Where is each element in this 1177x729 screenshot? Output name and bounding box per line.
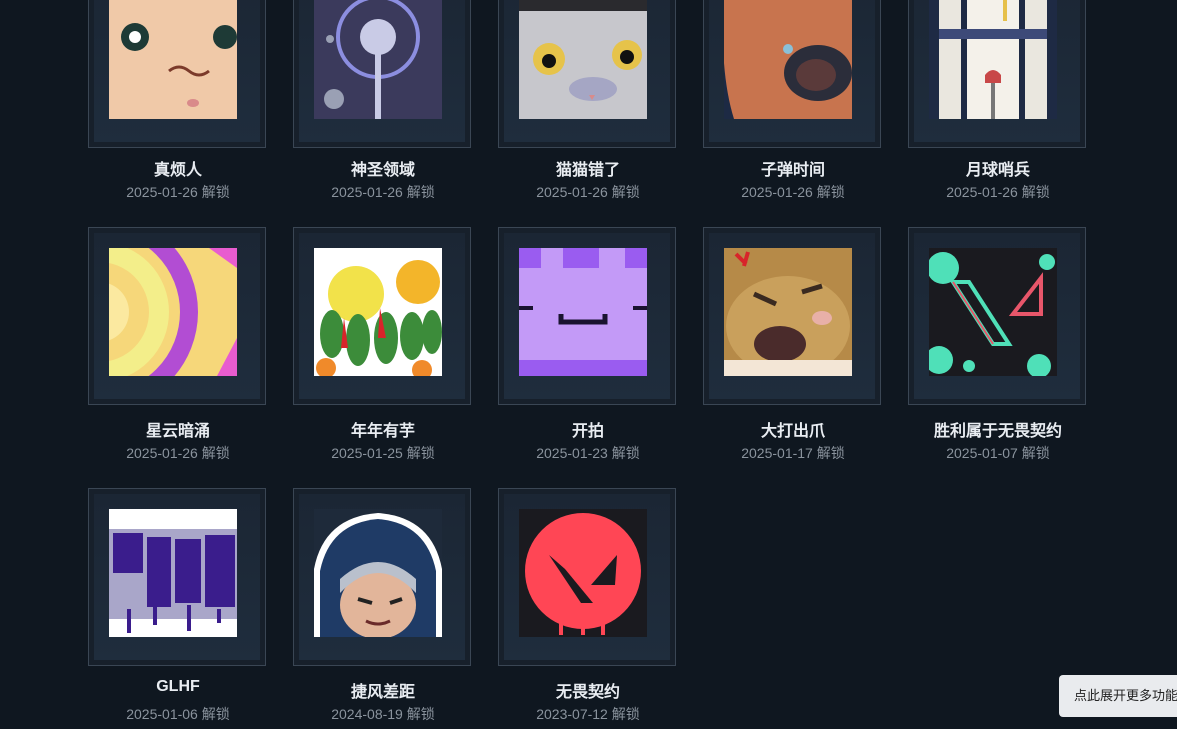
jett-icon (314, 509, 442, 637)
spray-name: 胜利属于无畏契约 (933, 423, 1062, 440)
spray-unlock-info: 2025-01-26 解锁 (946, 184, 1050, 200)
sacred-orb-icon (314, 0, 442, 119)
valorant-splash-icon (929, 248, 1057, 376)
spray-frame (88, 227, 266, 405)
spray-frame (293, 488, 471, 666)
expand-features-tooltip[interactable]: 点此展开更多功能 (1059, 675, 1177, 717)
valorant-logo-icon (519, 509, 647, 637)
graffiti-icon (109, 509, 237, 637)
spray-frame (293, 0, 471, 148)
spray-unlock-info: 2023-07-12 解锁 (536, 706, 640, 722)
spray-frame (703, 227, 881, 405)
spray-unlock-info: 2025-01-25 解锁 (331, 445, 435, 461)
spray-frame (498, 488, 676, 666)
annoyed-face-icon (109, 0, 237, 119)
spray-name: 捷风差距 (350, 684, 415, 701)
nebula-icon (109, 248, 237, 376)
spray-frame (703, 0, 881, 148)
spray-name: 大打出爪 (760, 423, 825, 440)
spray-unlock-info: 2025-01-26 解锁 (536, 184, 640, 200)
spray-frame (908, 227, 1086, 405)
spray-frame (88, 0, 266, 148)
angry-cat-icon (724, 248, 852, 376)
spray-name: 真烦人 (153, 162, 202, 179)
spray-collection-grid: 真烦人 2025-01-26 解锁 神圣领域 2025-01-26 解锁 猫猫错… (0, 0, 1177, 729)
spray-name: 月球哨兵 (965, 162, 1030, 179)
spray-unlock-info: 2025-01-17 解锁 (741, 445, 845, 461)
spray-unlock-info: 2025-01-26 解锁 (126, 445, 230, 461)
spray-unlock-info: 2025-01-23 解锁 (536, 445, 640, 461)
spray-unlock-info: 2025-01-07 解锁 (946, 445, 1050, 461)
spray-name: 年年有芋 (350, 423, 415, 440)
cat-icon (519, 0, 647, 119)
spray-name: 无畏契约 (555, 684, 620, 701)
spray-name: GLHF (156, 678, 200, 695)
purple-ghost-icon (519, 248, 647, 376)
spray-unlock-info: 2025-01-26 解锁 (126, 184, 230, 200)
spray-name: 神圣领域 (350, 162, 415, 179)
spray-unlock-info: 2025-01-26 解锁 (331, 184, 435, 200)
moon-sentinel-icon (929, 0, 1057, 119)
spray-name: 开拍 (571, 423, 604, 440)
fruit-bowl-icon (314, 248, 442, 376)
spray-frame (293, 227, 471, 405)
spray-name: 星云暗涌 (145, 423, 210, 440)
spray-frame (498, 227, 676, 405)
spray-unlock-info: 2025-01-06 解锁 (126, 706, 230, 722)
spray-frame (88, 488, 266, 666)
spray-frame (908, 0, 1086, 148)
spray-name: 子弹时间 (760, 162, 825, 179)
spray-frame (498, 0, 676, 148)
spray-unlock-info: 2024-08-19 解锁 (331, 706, 435, 722)
bullet-time-icon (724, 0, 852, 119)
spray-unlock-info: 2025-01-26 解锁 (741, 184, 845, 200)
spray-name: 猫猫错了 (555, 162, 620, 179)
